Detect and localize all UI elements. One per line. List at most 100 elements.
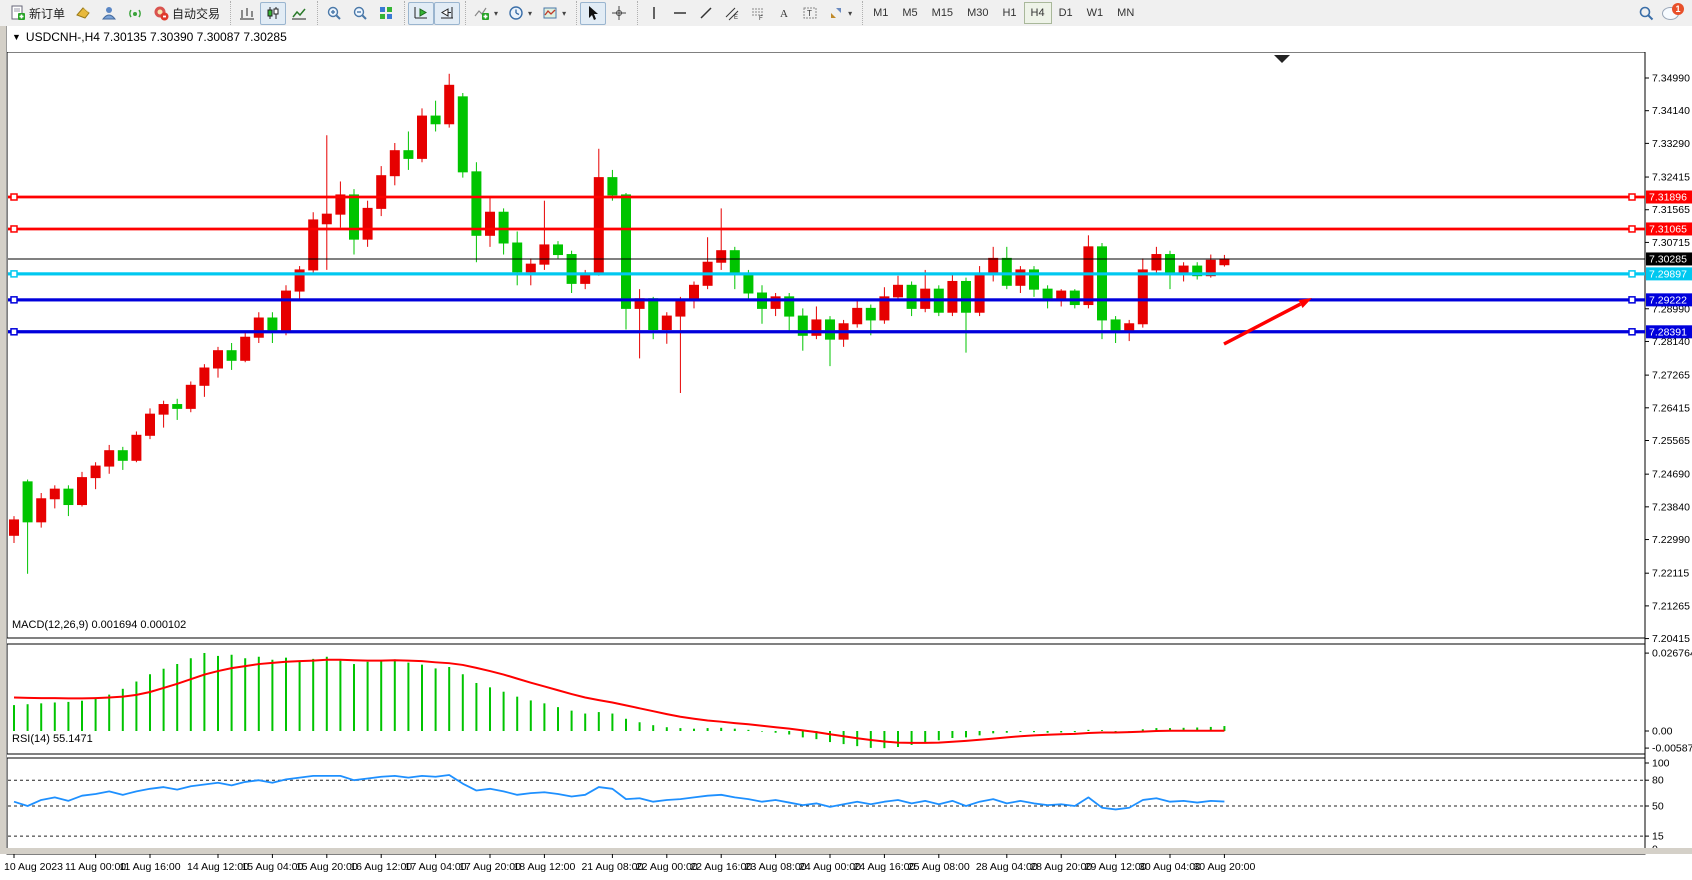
tab-timeframe-M5[interactable]: M5	[895, 2, 924, 24]
indicators-icon	[474, 5, 490, 21]
templates-caret-icon: ▾	[562, 9, 566, 18]
svg-text:100: 100	[1652, 758, 1670, 770]
chart-shift-button[interactable]	[434, 2, 460, 25]
rsi-indicator-label: RSI(14) 55.1471	[12, 733, 93, 745]
trendline-button[interactable]	[693, 2, 719, 25]
svg-text:14 Aug 12:00: 14 Aug 12:00	[187, 861, 249, 873]
periods-clock-icon	[508, 5, 524, 21]
bar-chart-button[interactable]	[234, 2, 260, 25]
svg-text:7.34140: 7.34140	[1652, 105, 1690, 117]
new-order-label: 新订单	[29, 5, 65, 22]
svg-text:0.026764: 0.026764	[1652, 648, 1692, 660]
zoom-out-button[interactable]	[347, 2, 373, 25]
autotrading-icon	[153, 5, 169, 21]
notifications-button[interactable]: 1	[1662, 5, 1682, 21]
svg-text:7.34990: 7.34990	[1652, 73, 1690, 85]
vertical-line-icon	[646, 5, 662, 21]
svg-text:18 Aug 12:00: 18 Aug 12:00	[513, 861, 575, 873]
svg-text:7.28391: 7.28391	[1649, 326, 1687, 338]
templates-icon	[542, 5, 558, 21]
tab-timeframe-H4[interactable]: H4	[1024, 2, 1052, 24]
svg-text:7.25565: 7.25565	[1652, 435, 1690, 447]
market-button[interactable]	[70, 2, 96, 25]
price-chart[interactable]: 7.349907.341407.332907.324157.315657.307…	[0, 26, 1692, 854]
svg-text:15 Aug 04:00: 15 Aug 04:00	[241, 861, 303, 873]
svg-text:10 Aug 2023: 10 Aug 2023	[4, 861, 63, 873]
news-button[interactable]	[122, 2, 148, 25]
bar-chart-icon	[239, 5, 255, 21]
svg-text:21 Aug 08:00: 21 Aug 08:00	[581, 861, 643, 873]
horizontal-line-button[interactable]	[667, 2, 693, 25]
svg-text:7.30285: 7.30285	[1649, 253, 1687, 265]
tab-timeframe-H1[interactable]: H1	[995, 2, 1023, 24]
svg-text:80: 80	[1652, 775, 1664, 787]
tab-timeframe-M15[interactable]: M15	[925, 2, 960, 24]
chart-symbol-title: ▼ USDCNH-,H4 7.30135 7.30390 7.30087 7.3…	[12, 30, 287, 44]
trendline-icon	[698, 5, 714, 21]
svg-text:22 Aug 16:00: 22 Aug 16:00	[690, 861, 752, 873]
periods-button[interactable]: ▾	[503, 2, 537, 25]
new-order-button[interactable]: 新订单	[5, 2, 70, 25]
news-icon	[127, 5, 143, 21]
vertical-line-button[interactable]	[641, 2, 667, 25]
indicators-button[interactable]: ▾	[469, 2, 503, 25]
text-label-icon: T	[802, 5, 818, 21]
line-chart-button[interactable]	[286, 2, 312, 25]
timeframe-group: M1M5M15M30H1H4D1W1MN	[862, 1, 1144, 25]
svg-text:7.22990: 7.22990	[1652, 534, 1690, 546]
crosshair-button[interactable]	[606, 2, 632, 25]
svg-text:17 Aug 04:00: 17 Aug 04:00	[405, 861, 467, 873]
cursor-button[interactable]	[580, 2, 606, 25]
tab-timeframe-W1[interactable]: W1	[1080, 2, 1111, 24]
indicators-caret-icon: ▾	[494, 9, 498, 18]
svg-text:-0.005872: -0.005872	[1652, 743, 1692, 755]
autoscroll-button[interactable]	[408, 2, 434, 25]
tile-windows-button[interactable]	[373, 2, 399, 25]
tab-timeframe-M1[interactable]: M1	[866, 2, 895, 24]
arrows-icon	[828, 5, 844, 21]
svg-text:50: 50	[1652, 801, 1664, 813]
svg-text:7.22115: 7.22115	[1652, 568, 1689, 580]
channel-icon: E	[724, 5, 740, 21]
periods-caret-icon: ▾	[528, 9, 532, 18]
svg-text:28 Aug 04:00: 28 Aug 04:00	[976, 861, 1038, 873]
text-button[interactable]: A	[771, 2, 797, 25]
arrows-button[interactable]: ▾	[823, 2, 857, 25]
svg-text:0.00: 0.00	[1652, 726, 1673, 738]
text-icon: A	[776, 5, 792, 21]
templates-button[interactable]: ▾	[537, 2, 571, 25]
tab-timeframe-M30[interactable]: M30	[960, 2, 995, 24]
svg-text:7.23840: 7.23840	[1652, 501, 1690, 513]
signals-icon	[101, 5, 117, 21]
svg-text:7.31565: 7.31565	[1652, 204, 1690, 216]
autotrading-button[interactable]: 自动交易	[148, 2, 225, 25]
arrows-caret-icon: ▾	[848, 9, 852, 18]
svg-text:23 Aug 08:00: 23 Aug 08:00	[745, 861, 807, 873]
candlestick-icon	[265, 5, 281, 21]
macd-indicator-label: MACD(12,26,9) 0.001694 0.000102	[12, 619, 186, 631]
svg-text:T: T	[807, 9, 812, 18]
svg-text:F: F	[759, 16, 763, 21]
chart-canvas[interactable]: 7.349907.341407.332907.324157.315657.307…	[0, 52, 1692, 880]
fibonacci-button[interactable]: F	[745, 2, 771, 25]
svg-text:17 Aug 20:00: 17 Aug 20:00	[459, 861, 521, 873]
zoom-in-icon	[326, 5, 342, 21]
tile-windows-icon	[378, 5, 394, 21]
fibonacci-icon: F	[750, 5, 766, 21]
tab-timeframe-MN[interactable]: MN	[1110, 2, 1141, 24]
svg-text:7.20415: 7.20415	[1652, 633, 1690, 645]
channel-button[interactable]: E	[719, 2, 745, 25]
horizontal-line-icon	[672, 5, 688, 21]
autoscroll-icon	[413, 5, 429, 21]
svg-text:7.21265: 7.21265	[1652, 600, 1690, 612]
search-icon[interactable]	[1638, 5, 1654, 21]
market-icon	[75, 5, 91, 21]
signals-button[interactable]	[96, 2, 122, 25]
svg-text:7.33290: 7.33290	[1652, 138, 1690, 150]
candlestick-button[interactable]	[260, 2, 286, 25]
text-label-button[interactable]: T	[797, 2, 823, 25]
collapse-triangle-icon[interactable]: ▼	[12, 32, 21, 42]
tab-timeframe-D1[interactable]: D1	[1052, 2, 1080, 24]
zoom-in-button[interactable]	[321, 2, 347, 25]
svg-text:7.29222: 7.29222	[1649, 294, 1687, 306]
